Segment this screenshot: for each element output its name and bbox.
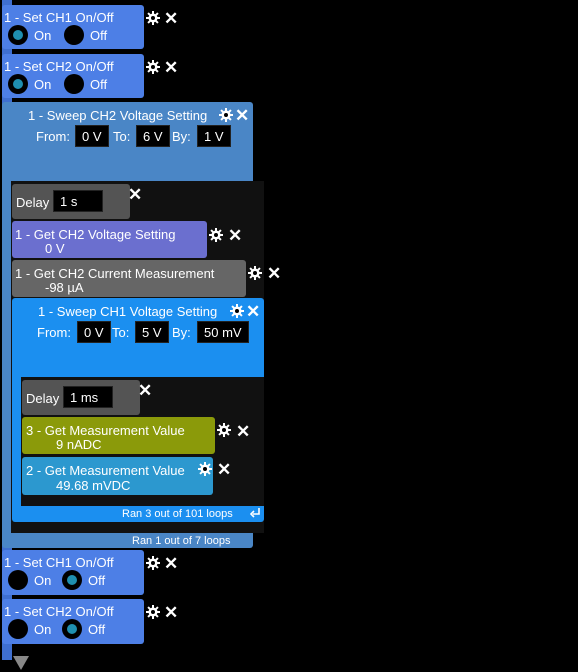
block-title: 1 - Set CH1 On/Off: [4, 555, 114, 570]
radio-off[interactable]: [64, 25, 84, 45]
gear-icon[interactable]: [248, 266, 262, 280]
block-value: 0 V: [45, 241, 65, 256]
radio-off-label: Off: [90, 28, 108, 43]
radio-on-label: On: [34, 28, 52, 43]
delay-block[interactable]: Delay 1 s: [12, 184, 130, 219]
gear-icon[interactable]: [230, 304, 244, 318]
gear-icon[interactable]: [217, 423, 231, 437]
block-title: 2 - Get Measurement Value: [26, 463, 185, 478]
by-label: By:: [172, 325, 191, 340]
close-icon[interactable]: ✕: [164, 59, 178, 76]
block-title: 1 - Set CH2 On/Off: [4, 604, 114, 619]
delay-field[interactable]: 1 ms: [63, 386, 113, 408]
block-title: 1 - Set CH2 On/Off: [4, 59, 114, 74]
radio-off-label: Off: [90, 77, 108, 92]
block-title: 1 - Set CH1 On/Off: [4, 10, 114, 25]
delay-label: Delay: [16, 195, 50, 210]
by-field[interactable]: 50 mV: [197, 321, 249, 343]
get-ch2-voltage-block[interactable]: 1 - Get CH2 Voltage Setting 0 V: [12, 221, 207, 258]
gear-icon[interactable]: [146, 605, 160, 619]
gear-icon[interactable]: [209, 228, 223, 242]
gear-icon[interactable]: [146, 556, 160, 570]
close-icon[interactable]: ✕: [138, 382, 152, 399]
get-measurement-block[interactable]: 2 - Get Measurement Value 49.68 mVDC: [22, 457, 213, 495]
radio-on-label: On: [34, 77, 52, 92]
by-label: By:: [172, 129, 191, 144]
close-icon[interactable]: ✕: [164, 10, 178, 27]
close-icon[interactable]: ✕: [228, 227, 242, 244]
radio-off[interactable]: [62, 570, 82, 590]
radio-off[interactable]: [62, 619, 82, 639]
loop-status: Ran 1 out of 7 loops: [132, 535, 231, 547]
gear-icon[interactable]: [146, 11, 160, 25]
block-title: 3 - Get Measurement Value: [26, 423, 185, 438]
loop-status: Ran 3 out of 101 loops: [122, 508, 233, 520]
radio-on[interactable]: [8, 619, 28, 639]
block-title: 1 - Get CH2 Voltage Setting: [15, 227, 176, 242]
block-value: -98 µA: [45, 280, 84, 295]
block-value: 9 nADC: [56, 437, 102, 452]
delay-label: Delay: [26, 391, 60, 406]
from-field[interactable]: 0 V: [75, 125, 109, 147]
block-title: 1 - Sweep CH2 Voltage Setting: [28, 108, 208, 123]
to-field[interactable]: 5 V: [135, 321, 169, 343]
to-label: To:: [112, 325, 130, 340]
radio-on-label: On: [34, 622, 52, 637]
to-field[interactable]: 6 V: [136, 125, 170, 147]
delay-block[interactable]: Delay 1 ms: [22, 380, 140, 415]
from-label: From:: [36, 129, 70, 144]
radio-on[interactable]: [8, 570, 28, 590]
block-title: 1 - Sweep CH1 Voltage Setting: [38, 304, 218, 319]
get-ch2-current-block[interactable]: 1 - Get CH2 Current Measurement -98 µA: [12, 260, 246, 297]
loop-return-icon: [250, 508, 260, 518]
close-icon[interactable]: ✕: [164, 604, 178, 621]
from-label: From:: [37, 325, 71, 340]
close-icon[interactable]: ✕: [235, 107, 249, 124]
block-value: 49.68 mVDC: [56, 478, 131, 493]
radio-off-label: Off: [88, 573, 106, 588]
get-measurement-block[interactable]: 3 - Get Measurement Value 9 nADC: [22, 417, 215, 454]
block-title: 1 - Get CH2 Current Measurement: [15, 266, 215, 281]
by-field[interactable]: 1 V: [197, 125, 231, 147]
close-icon[interactable]: ✕: [164, 555, 178, 572]
radio-off[interactable]: [64, 74, 84, 94]
to-label: To:: [113, 129, 131, 144]
radio-on-label: On: [34, 573, 52, 588]
set-ch1-block[interactable]: 1 - Set CH1 On/Off On Off: [2, 5, 144, 49]
radio-on[interactable]: [8, 25, 28, 45]
close-icon[interactable]: ✕: [236, 423, 250, 440]
gear-icon[interactable]: [198, 462, 212, 476]
close-icon[interactable]: ✕: [217, 461, 231, 478]
gear-icon[interactable]: [146, 60, 160, 74]
delay-field[interactable]: 1 s: [53, 190, 103, 212]
set-ch1-block[interactable]: 1 - Set CH1 On/Off On Off: [2, 550, 144, 595]
flow-arrow-icon: [13, 656, 29, 670]
gear-icon[interactable]: [219, 108, 233, 122]
set-ch2-block[interactable]: 1 - Set CH2 On/Off On Off: [2, 599, 144, 644]
close-icon[interactable]: ✕: [246, 303, 260, 320]
radio-on[interactable]: [8, 74, 28, 94]
from-field[interactable]: 0 V: [77, 321, 111, 343]
set-ch2-block[interactable]: 1 - Set CH2 On/Off On Off: [2, 54, 144, 98]
close-icon[interactable]: ✕: [128, 186, 142, 203]
radio-off-label: Off: [88, 622, 106, 637]
close-icon[interactable]: ✕: [267, 265, 281, 282]
